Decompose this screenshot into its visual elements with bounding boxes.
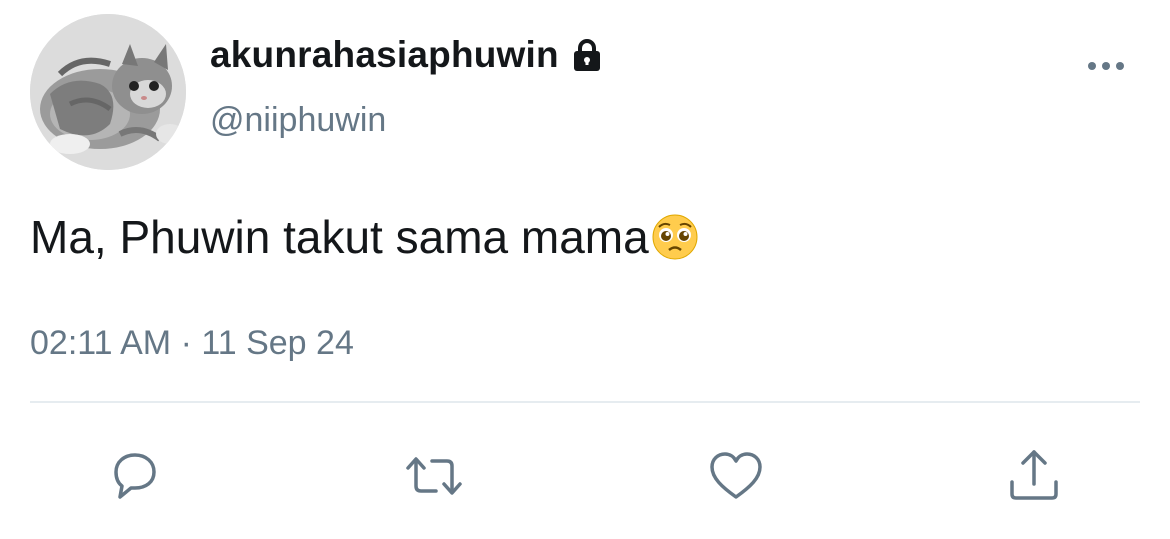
avatar[interactable] xyxy=(30,14,186,170)
share-icon xyxy=(1010,450,1058,500)
kitten-avatar-image xyxy=(30,14,186,170)
tweet-text: Ma, Phuwin takut sama mama xyxy=(30,210,699,264)
tweet-timestamp[interactable]: 02:11 AM · 11 Sep 24 xyxy=(30,324,354,363)
heart-icon xyxy=(710,452,762,499)
pleading-face-emoji xyxy=(651,213,699,261)
reply-button[interactable] xyxy=(104,446,164,506)
display-name-text: akunrahasiaphuwin xyxy=(210,34,559,75)
divider xyxy=(30,401,1140,403)
user-handle[interactable]: @niiphuwin xyxy=(210,101,386,140)
reply-icon xyxy=(114,453,156,499)
tweet-text-content: Ma, Phuwin takut sama mama xyxy=(30,211,649,263)
retweet-icon xyxy=(406,457,462,495)
display-name[interactable]: akunrahasiaphuwin xyxy=(210,34,605,76)
like-button[interactable] xyxy=(706,446,766,506)
share-button[interactable] xyxy=(1004,446,1064,506)
more-options-icon[interactable] xyxy=(1084,52,1128,80)
retweet-button[interactable] xyxy=(404,446,464,506)
lock-icon xyxy=(569,37,605,73)
